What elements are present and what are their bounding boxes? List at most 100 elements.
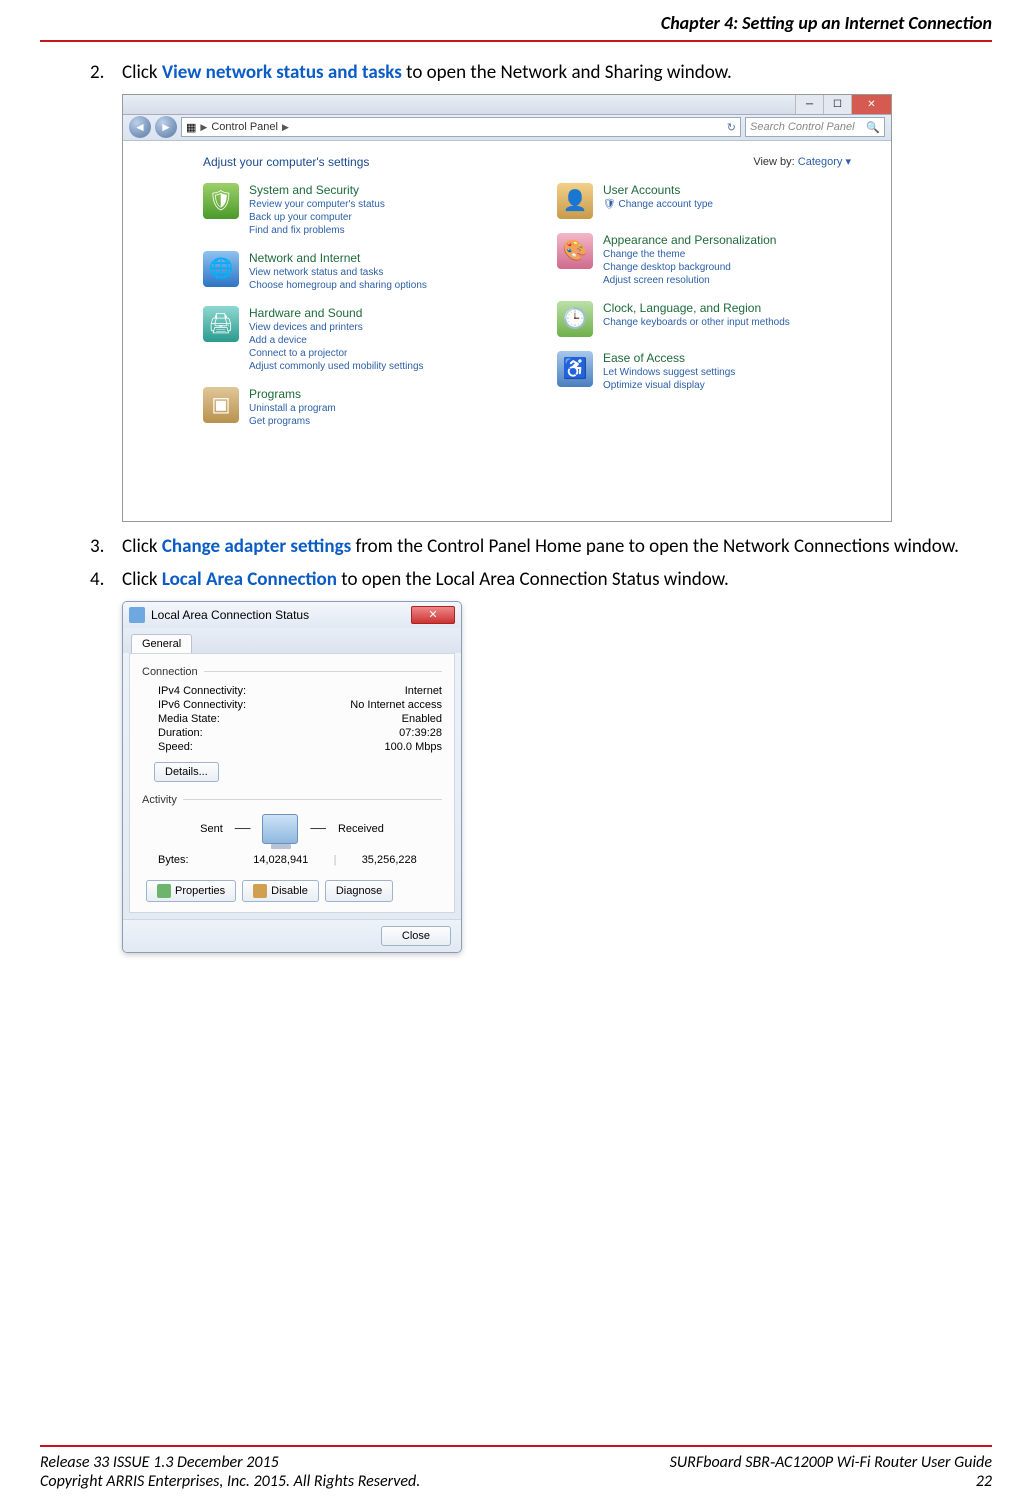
- category-sublink[interactable]: Back up your computer: [249, 211, 385, 224]
- footer-copyright: Copyright ARRIS Enterprises, Inc. 2015. …: [40, 1472, 420, 1491]
- category-item: 🕒 Clock, Language, and RegionChange keybo…: [557, 301, 851, 337]
- ipv6-value: No Internet access: [350, 699, 442, 711]
- footer-page-number: 22: [976, 1472, 992, 1491]
- minimize-button[interactable]: ─: [795, 95, 823, 114]
- group-connection-label: Connection: [142, 666, 442, 678]
- step-2-number: 2.: [90, 60, 122, 86]
- category-title[interactable]: Clock, Language, and Region: [603, 301, 790, 315]
- category-sublink[interactable]: Connect to a projector: [249, 347, 424, 360]
- diagnose-button[interactable]: Diagnose: [325, 880, 393, 902]
- category-icon: ♿: [557, 351, 593, 387]
- maximize-button[interactable]: ☐: [823, 95, 851, 114]
- category-title[interactable]: Appearance and Personalization: [603, 233, 776, 247]
- category-sublink[interactable]: Uninstall a program: [249, 402, 336, 415]
- category-sublink[interactable]: Adjust commonly used mobility settings: [249, 360, 424, 373]
- category-title[interactable]: System and Security: [249, 183, 385, 197]
- disable-icon: [253, 884, 267, 898]
- step-4-number: 4.: [90, 567, 122, 593]
- category-sublink[interactable]: Get programs: [249, 415, 336, 428]
- group-activity-label: Activity: [142, 794, 442, 806]
- category-item: ♿ Ease of AccessLet Windows suggest setti…: [557, 351, 851, 392]
- nav-back-button[interactable]: ◄: [129, 116, 151, 138]
- properties-button[interactable]: Properties: [146, 880, 236, 902]
- category-icon: ▣: [203, 387, 239, 423]
- nav-forward-button[interactable]: ►: [155, 116, 177, 138]
- category-sublink[interactable]: Optimize visual display: [603, 379, 735, 392]
- category-icon: 🎨: [557, 233, 593, 269]
- category-item: 🎨 Appearance and PersonalizationChange th…: [557, 233, 851, 287]
- refresh-icon[interactable]: ↻: [727, 121, 736, 134]
- breadcrumb-sep-icon: ▶: [282, 122, 289, 133]
- category-title[interactable]: User Accounts: [603, 183, 713, 197]
- control-panel-window: ─ ☐ ✕ ◄ ► ▦ ▶ Control Panel ▶ ↻ Searc: [122, 94, 892, 522]
- step-2: 2. Click View network status and tasks t…: [90, 60, 962, 86]
- step-3-post: from the Control Panel Home pane to open…: [351, 535, 959, 558]
- disable-button[interactable]: Disable: [242, 880, 319, 902]
- search-input[interactable]: Search Control Panel 🔍: [745, 117, 885, 137]
- step-4-link: Local Area Connection: [162, 568, 337, 591]
- category-title[interactable]: Network and Internet: [249, 251, 427, 265]
- category-sublink[interactable]: Change keyboards or other input methods: [603, 316, 790, 329]
- dash-icon: ──: [235, 823, 251, 835]
- category-sublink[interactable]: Find and fix problems: [249, 224, 385, 237]
- sent-label: Sent: [200, 823, 223, 835]
- speed-label: Speed:: [158, 741, 193, 753]
- category-item: 🛡System and SecurityReview your computer…: [203, 183, 497, 237]
- footer-guide-title: SURFboard SBR‑AC1200P Wi-Fi Router User …: [670, 1453, 992, 1472]
- category-item: 🖨Hardware and SoundView devices and prin…: [203, 306, 497, 373]
- step-3-link: Change adapter settings: [162, 535, 351, 558]
- bytes-recv-value: 35,256,228: [336, 854, 442, 866]
- search-placeholder: Search Control Panel: [750, 121, 855, 133]
- breadcrumb-sep-icon: ▶: [200, 122, 207, 133]
- control-panel-icon: ▦: [186, 121, 196, 134]
- bytes-sent-value: 14,028,941: [228, 854, 334, 866]
- duration-label: Duration:: [158, 727, 203, 739]
- category-item: ▣ ProgramsUninstall a programGet programs: [203, 387, 497, 428]
- category-sublink[interactable]: Review your computer's status: [249, 198, 385, 211]
- category-title[interactable]: Ease of Access: [603, 351, 735, 365]
- close-button-footer[interactable]: Close: [381, 926, 451, 946]
- category-sublink[interactable]: 🛡 Change account type: [603, 198, 713, 211]
- details-button[interactable]: Details...: [154, 762, 219, 782]
- adjust-settings-label: Adjust your computer's settings: [203, 155, 369, 169]
- viewby-label: View by:: [753, 156, 794, 168]
- search-icon: 🔍: [866, 121, 880, 134]
- address-bar[interactable]: ▦ ▶ Control Panel ▶ ↻: [181, 117, 741, 137]
- step-2-post: to open the Network and Sharing window.: [402, 61, 732, 84]
- category-title[interactable]: Hardware and Sound: [249, 306, 424, 320]
- header-rule: [40, 40, 992, 42]
- chapter-title: Chapter 4: Setting up an Internet Connec…: [40, 0, 992, 40]
- category-sublink[interactable]: Change the theme: [603, 248, 776, 261]
- category-icon: 🌐: [203, 251, 239, 287]
- footer-rule: [40, 1445, 992, 1447]
- category-sublink[interactable]: Change desktop background: [603, 261, 776, 274]
- step-3-pre: Click: [122, 535, 162, 558]
- category-sublink[interactable]: Adjust screen resolution: [603, 274, 776, 287]
- step-2-pre: Click: [122, 61, 162, 84]
- dash-icon: ──: [310, 823, 326, 835]
- footer-release: Release 33 ISSUE 1.3 December 2015: [40, 1453, 279, 1472]
- category-sublink[interactable]: Add a device: [249, 334, 424, 347]
- category-sublink[interactable]: Choose homegroup and sharing options: [249, 279, 427, 292]
- close-button[interactable]: ✕: [411, 606, 455, 624]
- category-title[interactable]: Programs: [249, 387, 336, 401]
- media-label: Media State:: [158, 713, 220, 725]
- lac-title-text: Local Area Connection Status: [151, 608, 309, 622]
- category-item: 👤User Accounts🛡 Change account type: [557, 183, 851, 219]
- close-button[interactable]: ✕: [851, 95, 891, 114]
- category-sublink[interactable]: View devices and printers: [249, 321, 424, 334]
- tab-general[interactable]: General: [131, 634, 192, 653]
- category-item: 🌐 Network and InternetView network status…: [203, 251, 497, 292]
- category-icon: 🕒: [557, 301, 593, 337]
- category-sublink[interactable]: Let Windows suggest settings: [603, 366, 735, 379]
- step-3-number: 3.: [90, 534, 122, 560]
- category-sublink[interactable]: View network status and tasks: [249, 266, 427, 279]
- breadcrumb-control-panel[interactable]: Control Panel: [211, 121, 278, 133]
- ipv4-label: IPv4 Connectivity:: [158, 685, 246, 697]
- page-footer: Release 33 ISSUE 1.3 December 2015 SURFb…: [40, 1445, 992, 1491]
- step-4: 4. Click Local Area Connection to open t…: [90, 567, 962, 593]
- viewby-dropdown[interactable]: Category ▾: [798, 156, 851, 168]
- received-label: Received: [338, 823, 384, 835]
- step-2-link: View network status and tasks: [162, 61, 402, 84]
- media-value: Enabled: [402, 713, 442, 725]
